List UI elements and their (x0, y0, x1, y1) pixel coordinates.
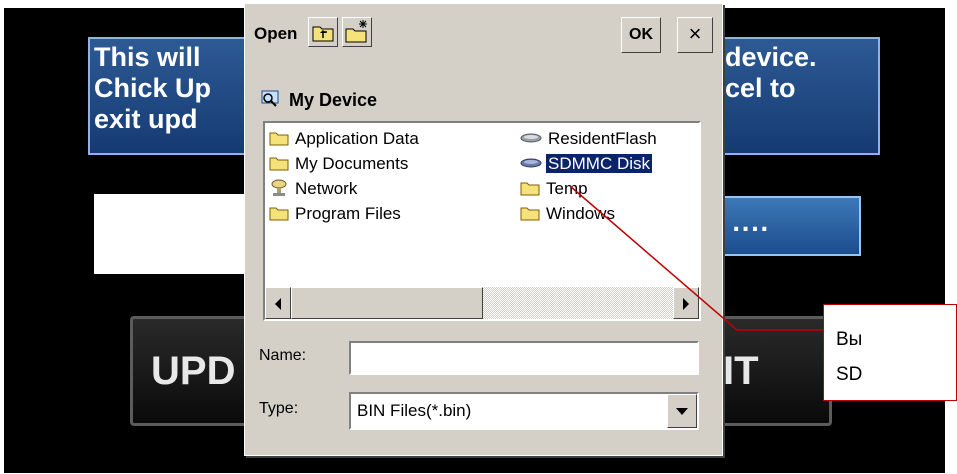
up-folder-button[interactable] (308, 17, 338, 47)
drive-icon (520, 129, 542, 154)
arrow-right-icon (683, 298, 689, 310)
list-item-my-documents[interactable]: My Documents (269, 152, 410, 176)
network-icon (269, 179, 289, 204)
type-select[interactable]: BIN Files(*.bin) (349, 392, 699, 430)
folder-icon (520, 179, 540, 204)
folder-icon (520, 204, 540, 229)
name-label: Name: (259, 347, 307, 364)
list-item-network[interactable]: Network (269, 177, 359, 201)
callout-line-2: SD (836, 364, 863, 385)
type-dropdown-button[interactable] (667, 394, 697, 428)
list-item-sdmmc-disk[interactable]: SDMMC Disk (520, 152, 653, 179)
callout-annotation: Вы SD (823, 304, 957, 401)
dialog-title: Open (254, 24, 298, 43)
message-text-left: This will Chick Up exit upd (94, 42, 212, 134)
scroll-right-button[interactable] (673, 287, 699, 319)
my-device-icon (259, 89, 281, 114)
message-text-right: device. cel to (725, 42, 817, 103)
folder-icon (269, 154, 289, 179)
folder-icon (269, 204, 289, 229)
open-file-dialog: Open OK × My Device Application Data My … (244, 3, 723, 456)
horizontal-scrollbar[interactable] (265, 287, 699, 319)
up-folder-icon (312, 26, 334, 42)
new-folder-icon (345, 20, 367, 43)
scroll-thumb[interactable] (291, 287, 483, 319)
list-item-windows[interactable]: Windows (520, 202, 617, 226)
scroll-track[interactable] (483, 287, 673, 319)
list-item-application-data[interactable]: Application Data (269, 127, 421, 151)
type-value: BIN Files(*.bin) (357, 401, 472, 420)
browse-button[interactable]: .... (716, 196, 861, 256)
drive-icon (520, 154, 542, 179)
location-header: My Device (259, 89, 377, 114)
list-item-temp[interactable]: Temp (520, 177, 590, 201)
callout-line-1: Вы (836, 329, 863, 350)
new-folder-button[interactable] (342, 17, 372, 47)
file-list[interactable]: Application Data My Documents Network Pr… (263, 121, 701, 321)
location-label: My Device (289, 90, 378, 110)
arrow-left-icon (275, 298, 281, 310)
folder-icon (269, 129, 289, 154)
chevron-down-icon (676, 408, 688, 415)
list-item-residentflash[interactable]: ResidentFlash (520, 127, 659, 151)
close-button[interactable]: × (677, 17, 713, 53)
scroll-left-button[interactable] (265, 287, 291, 319)
type-label: Type: (259, 400, 299, 417)
list-item-program-files[interactable]: Program Files (269, 202, 403, 226)
name-input[interactable] (349, 341, 699, 375)
ok-button[interactable]: OK (621, 17, 661, 53)
file-path-field[interactable] (94, 194, 249, 274)
